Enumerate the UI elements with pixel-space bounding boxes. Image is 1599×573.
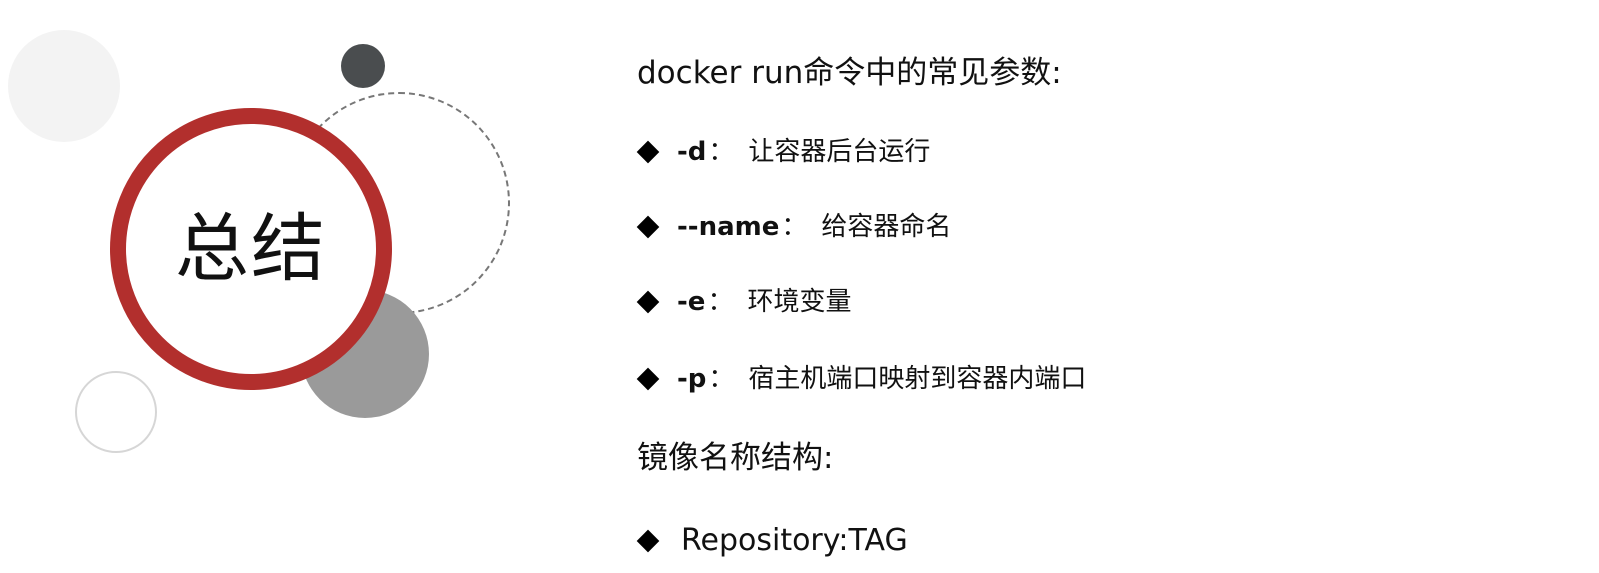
slide-title: 总结: [175, 206, 327, 292]
diamond-bullet-icon: [636, 140, 660, 164]
param-name: -p: [677, 364, 707, 394]
param-name: --name: [677, 212, 780, 242]
param-name: -d: [677, 137, 707, 167]
title-ring: 总结: [110, 108, 392, 390]
param-item-d: -d ： 让容器后台运行: [636, 137, 931, 167]
param-item-p: -p ： 宿主机端口映射到容器内端口: [636, 364, 1087, 394]
image-structure-text: Repository:TAG: [681, 523, 908, 558]
diamond-bullet-icon: [636, 215, 660, 239]
image-structure-item: Repository:TAG: [636, 523, 908, 558]
param-name: -e: [677, 287, 706, 317]
param-description: 给容器命名: [821, 212, 952, 242]
decorative-dark-circle: [341, 44, 385, 88]
param-item-name: --name ： 给容器命名: [636, 212, 952, 242]
diamond-bullet-icon: [636, 290, 660, 314]
param-separator: ：: [781, 212, 808, 242]
diamond-bullet-icon: [636, 529, 660, 553]
param-separator: ：: [708, 137, 735, 167]
param-separator: ：: [707, 287, 734, 317]
param-separator: ：: [708, 364, 735, 394]
param-description: 宿主机端口映射到容器内端口: [748, 364, 1087, 394]
diamond-bullet-icon: [636, 367, 660, 391]
decorative-outline-circle: [75, 371, 157, 453]
param-description: 环境变量: [747, 287, 852, 317]
decorative-light-circle: [8, 30, 120, 142]
docker-run-params-heading: docker run命令中的常见参数:: [637, 55, 1062, 91]
param-item-e: -e ： 环境变量: [636, 287, 852, 317]
image-name-structure-heading: 镜像名称结构:: [637, 440, 834, 476]
param-description: 让容器后台运行: [748, 137, 931, 167]
